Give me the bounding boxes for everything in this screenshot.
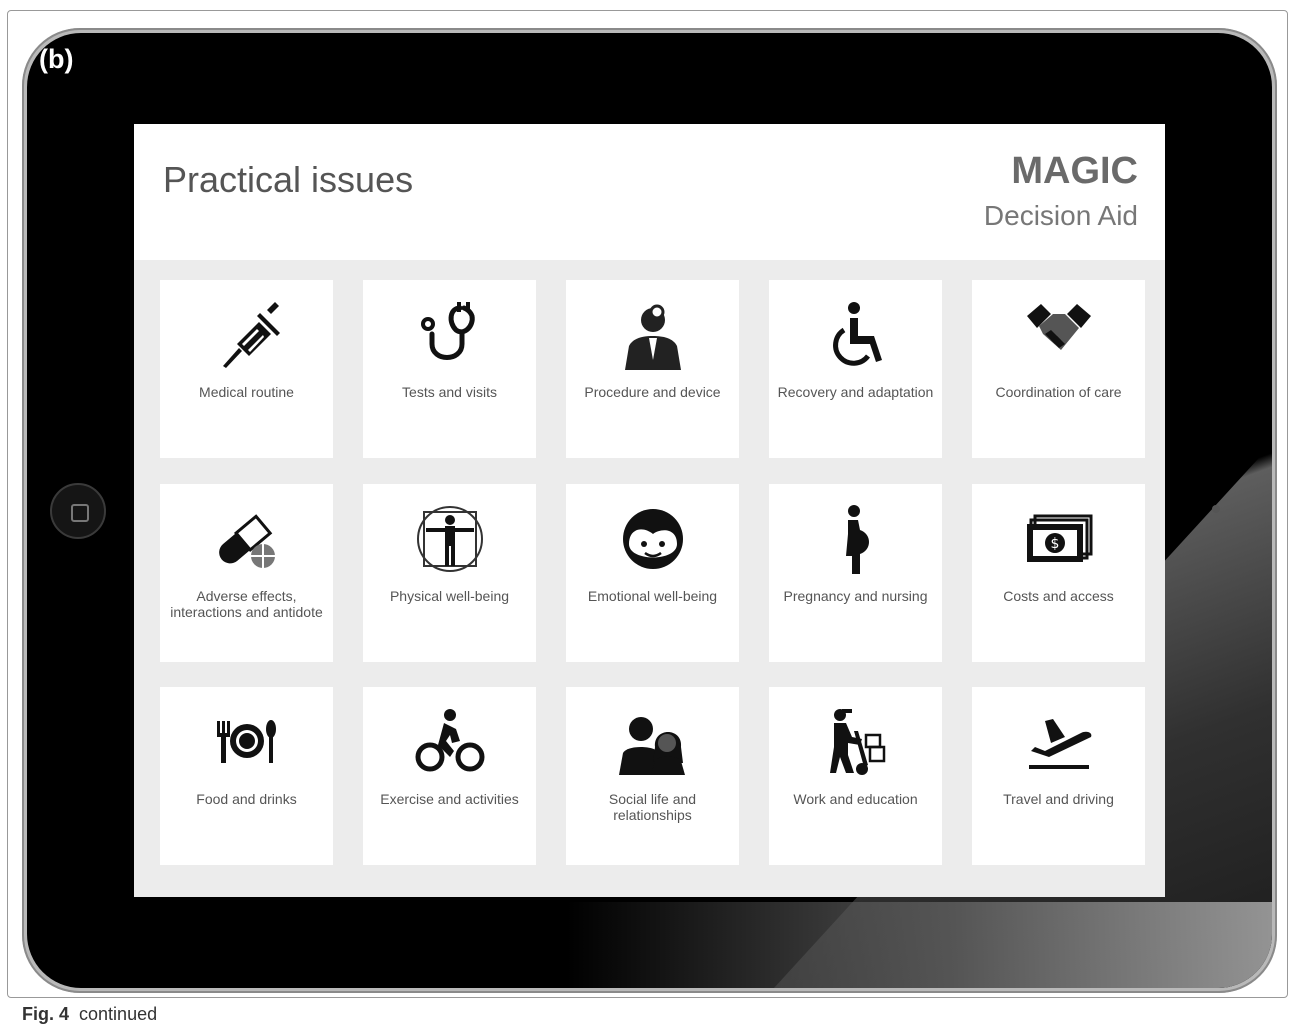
tile-physical-well-being[interactable]: Physical well-being bbox=[363, 484, 536, 662]
two-people-icon bbox=[615, 707, 691, 777]
syringe-icon bbox=[209, 300, 285, 370]
tile-tests-and-visits[interactable]: Tests and visits bbox=[363, 280, 536, 458]
bezel-glare bbox=[567, 902, 1272, 988]
tile-emotional-well-being[interactable]: Emotional well-being bbox=[566, 484, 739, 662]
tile-label: Costs and access bbox=[1003, 588, 1114, 604]
tile-label: Travel and driving bbox=[1003, 791, 1114, 807]
tile-label: Procedure and device bbox=[584, 384, 721, 400]
wheelchair-icon bbox=[818, 300, 894, 370]
figure-caption: Fig. 4 continued bbox=[22, 1004, 157, 1025]
stethoscope-icon bbox=[412, 300, 488, 370]
tile-coordination-of-care[interactable]: Coordination of care bbox=[972, 280, 1145, 458]
pregnant-woman-icon bbox=[818, 504, 894, 574]
tile-label: Medical routine bbox=[199, 384, 294, 400]
tile-pregnancy-and-nursing[interactable]: Pregnancy and nursing bbox=[769, 484, 942, 662]
tile-food-and-drinks[interactable]: Food and drinks bbox=[160, 687, 333, 865]
panel-label: (b) bbox=[39, 44, 74, 74]
smiley-face-icon bbox=[615, 504, 691, 574]
tile-adverse-effects[interactable]: Adverse effects, interactions and antido… bbox=[160, 484, 333, 662]
money-icon: $ bbox=[1021, 504, 1097, 574]
tile-label: Recovery and adaptation bbox=[777, 384, 934, 400]
tile-label: Tests and visits bbox=[402, 384, 497, 400]
caption-text: continued bbox=[79, 1004, 158, 1024]
doctor-icon bbox=[615, 300, 691, 370]
tile-procedure-and-device[interactable]: Procedure and device bbox=[566, 280, 739, 458]
tile-label: Food and drinks bbox=[196, 791, 297, 807]
tile-costs-and-access[interactable]: $ Costs and access bbox=[972, 484, 1145, 662]
app-header: Practical issues MAGIC Decision Aid bbox=[134, 124, 1165, 260]
plate-cutlery-icon bbox=[209, 707, 285, 777]
cyclist-icon bbox=[412, 707, 488, 777]
tile-label: Emotional well-being bbox=[587, 588, 718, 604]
pills-icon bbox=[209, 504, 285, 574]
tile-label: Work and education bbox=[793, 791, 918, 807]
tile-label: Physical well-being bbox=[389, 588, 510, 604]
caption-prefix: Fig. 4 bbox=[22, 1004, 70, 1024]
tile-label: Adverse effects, interactions and antido… bbox=[170, 588, 323, 620]
tile-social-life[interactable]: Social life and relationships bbox=[566, 687, 739, 865]
tile-medical-routine[interactable]: Medical routine bbox=[160, 280, 333, 458]
tile-travel-and-driving[interactable]: Travel and driving bbox=[972, 687, 1145, 865]
app-screen: Practical issues MAGIC Decision Aid Medi… bbox=[134, 124, 1165, 897]
page-title: Practical issues bbox=[163, 159, 414, 200]
handshake-icon bbox=[1021, 300, 1097, 370]
brand-subtitle: Decision Aid bbox=[983, 200, 1138, 231]
hand-truck-icon bbox=[818, 707, 894, 777]
home-button[interactable] bbox=[50, 483, 106, 539]
camera-icon bbox=[1212, 505, 1220, 513]
tile-label: Coordination of care bbox=[995, 384, 1122, 400]
airplane-takeoff-icon bbox=[1021, 707, 1097, 777]
tile-work-and-education[interactable]: Work and education bbox=[769, 687, 942, 865]
tile-label: Social life and relationships bbox=[608, 791, 697, 823]
tile-recovery-and-adaptation[interactable]: Recovery and adaptation bbox=[769, 280, 942, 458]
tile-label: Exercise and activities bbox=[380, 791, 519, 807]
vitruvian-man-icon bbox=[412, 504, 488, 574]
svg-text:$: $ bbox=[1050, 536, 1059, 552]
tile-label: Pregnancy and nursing bbox=[783, 588, 928, 604]
tile-exercise-and-activities[interactable]: Exercise and activities bbox=[363, 687, 536, 865]
brand-title: MAGIC bbox=[1011, 150, 1138, 192]
